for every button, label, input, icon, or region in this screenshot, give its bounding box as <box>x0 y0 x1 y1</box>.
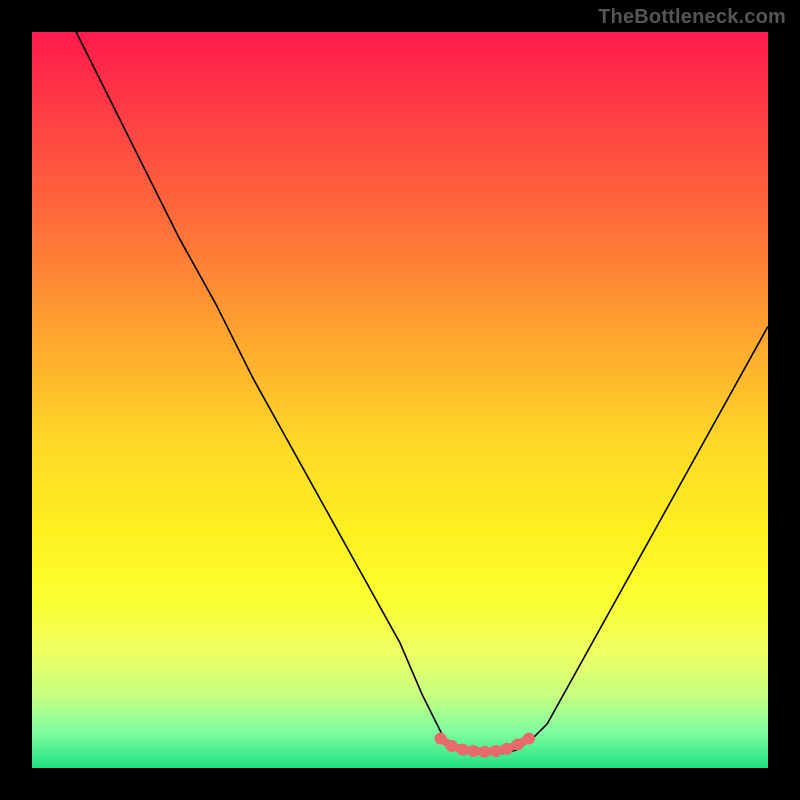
chart-frame: TheBottleneck.com <box>0 0 800 800</box>
plot-area <box>32 32 768 768</box>
bottleneck-curve <box>76 32 768 753</box>
optimal-marker <box>512 738 524 750</box>
optimal-marker <box>457 744 469 756</box>
optimal-markers <box>434 733 534 758</box>
optimal-marker <box>523 733 535 745</box>
chart-svg <box>32 32 768 768</box>
optimal-marker <box>446 740 458 752</box>
optimal-marker <box>479 746 491 758</box>
attribution-label: TheBottleneck.com <box>598 6 786 29</box>
optimal-marker <box>434 733 446 745</box>
optimal-marker <box>501 743 513 755</box>
optimal-marker <box>490 745 502 757</box>
optimal-marker <box>468 745 480 757</box>
